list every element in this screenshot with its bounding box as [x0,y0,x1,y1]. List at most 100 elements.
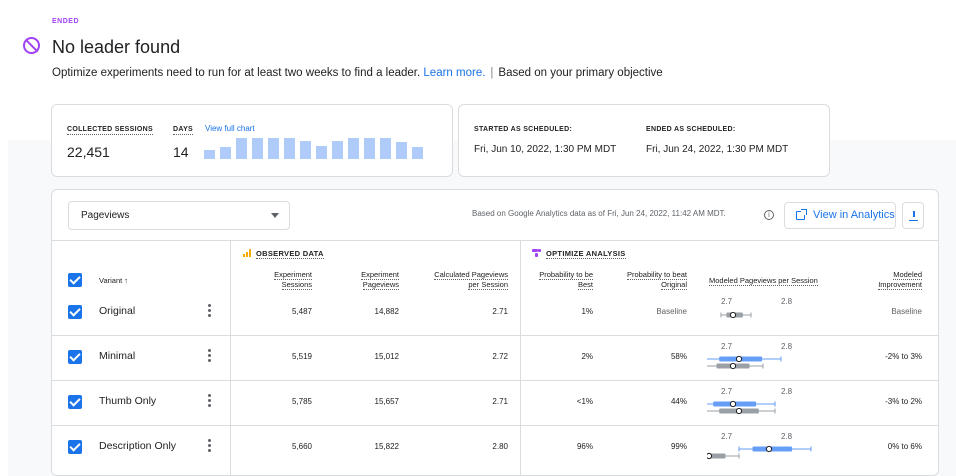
sparkline-bar [204,150,215,159]
objective-select[interactable]: Pageviews [68,201,290,230]
more-vert-icon[interactable] [208,394,211,408]
optimize-icon [532,249,541,257]
calc-pageviews-cell: 2.71 [492,397,508,406]
view-full-chart-link[interactable]: View full chart [205,124,255,133]
daily-sessions-sparkline [204,137,428,159]
pageviews-cell: 15,822 [374,442,399,451]
confidence-interval-plot: 2.7 2.8 [707,382,847,422]
ci-tick-label: 2.7 [721,432,733,441]
original-ci-mean [707,452,713,460]
sparkline-bar [284,138,295,159]
probability-best-column-header[interactable]: Probability to be Best [517,270,593,290]
divider [52,425,938,426]
page-title: No leader found [52,37,181,57]
download-icon [909,211,918,221]
more-vert-icon[interactable] [208,349,211,363]
chevron-down-icon [271,213,279,218]
optimize-analysis-header: OPTIMIZE ANALYSIS [532,249,626,259]
sessions-cell: 5,785 [291,397,312,406]
probability-best-cell: <1% [576,397,593,406]
sparkline-bar [380,138,391,159]
original-ci-mean [729,311,737,319]
learn-more-link[interactable]: Learn more. [423,67,485,79]
results-panel: Pageviews Based on Google Analytics data… [51,189,939,476]
divider: | [490,67,494,79]
ended-label: ENDED AS SCHEDULED: [646,126,736,133]
variant-column-header[interactable]: Variant ↑ [99,276,128,286]
table-row[interactable]: Minimal 5,519 15,012 2.72 2% 58% -2% to … [52,335,938,380]
schedule-card: STARTED AS SCHEDULED: Fri, Jun 10, 2022,… [458,104,830,177]
status-message-text: Optimize experiments need to run for at … [52,67,421,79]
sparkline-bar [300,141,311,159]
info-icon[interactable]: i [764,210,774,220]
variant-ci-box [752,446,793,452]
pageviews-cell: 15,012 [374,352,399,361]
sessions-cell: 5,660 [291,442,312,451]
original-ci-mean [735,407,743,415]
row-checkbox[interactable] [68,440,82,454]
table-row[interactable]: Thumb Only 5,785 15,657 2.71 <1% 44% -3%… [52,380,938,425]
sparkline-bar [252,138,263,159]
table-row[interactable]: Original 5,487 14,882 2.71 1% Baseline B… [52,290,938,335]
confidence-interval-plot: 2.7 2.8 [707,292,847,332]
row-checkbox[interactable] [68,305,82,319]
variant-name: Minimal [99,350,136,362]
variant-ci-mean [729,400,737,408]
sessions-cell: 5,487 [291,307,312,316]
sparkline-bar [348,138,359,159]
more-vert-icon[interactable] [208,304,211,318]
status-message: Optimize experiments need to run for at … [52,67,663,79]
modeled-pageviews-column-header[interactable]: Modeled Pageviews per Session [709,276,818,286]
probability-beat-cell: 44% [670,397,687,406]
ci-tick-label: 2.8 [781,432,793,441]
more-vert-icon[interactable] [208,439,211,453]
modeled-improvement-column-header[interactable]: Modeled Improvement [842,270,922,290]
probability-beat-cell: 99% [670,442,687,451]
sparkline-bar [412,147,423,159]
row-checkbox[interactable] [68,350,82,364]
sessions-label: COLLECTED SESSIONS [67,126,153,135]
status-label: ENDED [52,18,80,25]
ci-tick-label: 2.8 [781,387,793,396]
probability-best-cell: 96% [576,442,593,451]
sparkline-bar [268,138,279,159]
probability-best-cell: 2% [581,352,593,361]
probability-beat-original-column-header[interactable]: Probability to beat Original [602,270,687,290]
sparkline-bar [332,141,343,159]
pageviews-column-header[interactable]: Experiment Pageviews [339,270,399,290]
download-button[interactable] [902,202,924,229]
ci-tick-label: 2.7 [721,342,733,351]
days-label: DAYS [173,126,194,135]
sessions-cell: 5,519 [291,352,312,361]
sparkline-bar [364,138,375,159]
data-freshness-note: Based on Google Analytics data as of Fri… [472,209,726,218]
calc-pageviews-cell: 2.80 [492,442,508,451]
pageviews-cell: 14,882 [374,307,399,316]
select-all-checkbox[interactable] [68,273,82,287]
calculated-pageviews-column-header[interactable]: Calculated Pageviews per Session [412,270,508,290]
ci-tick-label: 2.8 [781,297,793,306]
variant-name: Thumb Only [99,395,157,407]
divider [52,335,938,336]
pageviews-cell: 15,657 [374,397,399,406]
modeled-improvement-cell: 0% to 6% [887,442,922,451]
row-checkbox[interactable] [68,395,82,409]
open-in-new-icon [796,209,807,220]
sessions-value: 22,451 [67,144,110,160]
sparkline-bar [220,147,231,159]
original-ci-mean [729,362,737,370]
started-label: STARTED AS SCHEDULED: [474,126,573,133]
sparkline-bar [236,138,247,159]
sessions-card: COLLECTED SESSIONS 22,451 DAYS 14 View f… [51,104,453,177]
view-in-analytics-button[interactable]: View in Analytics [784,202,896,229]
table-row[interactable]: Description Only 5,660 15,822 2.80 96% 9… [52,425,938,470]
calc-pageviews-cell: 2.72 [492,352,508,361]
probability-beat-cell: Baseline [656,307,687,316]
days-value: 14 [173,144,189,160]
variant-ci-mean [735,355,743,363]
variant-ci-mean [765,445,773,453]
confidence-interval-plot: 2.7 2.8 [707,337,847,377]
modeled-improvement-cell: -3% to 2% [885,397,922,406]
sessions-column-header[interactable]: Experiment Sessions [252,270,312,290]
started-value: Fri, Jun 10, 2022, 1:30 PM MDT [474,144,617,155]
